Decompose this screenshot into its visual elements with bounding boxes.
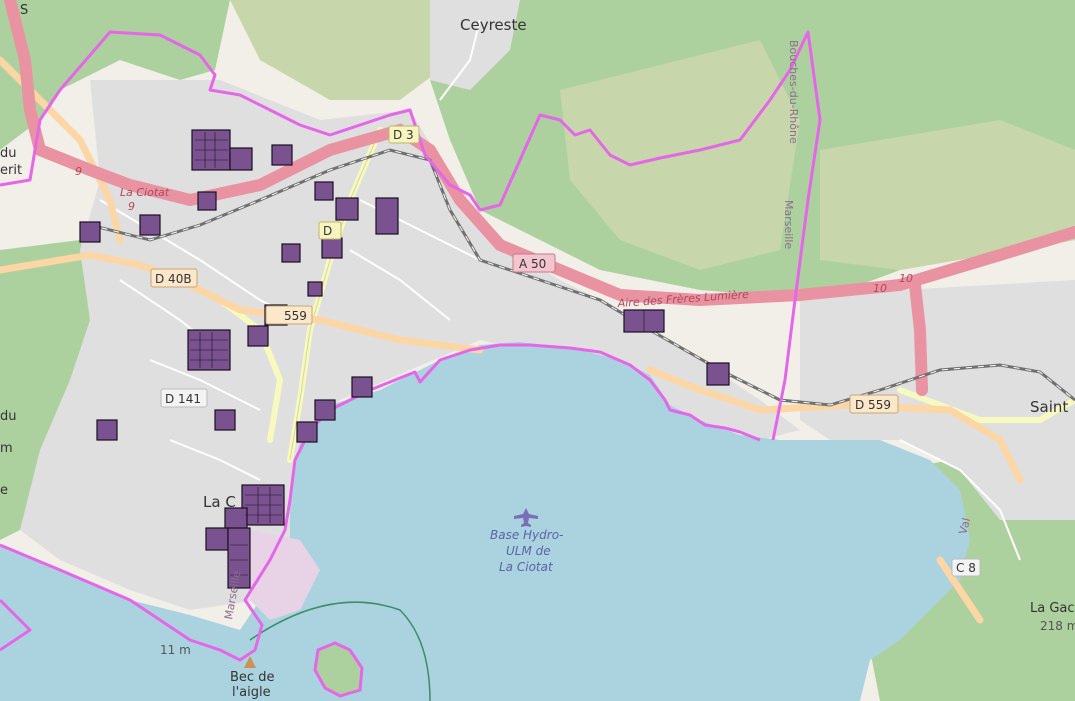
label-du-top: du [0,146,17,161]
parcel[interactable] [281,243,301,263]
shield-d3-mid[interactable]: D [318,221,342,240]
parcel[interactable] [706,362,730,386]
parcel[interactable] [314,399,336,421]
label-bec-de: Bec de [230,670,274,685]
place-label-saint: Saint [1030,398,1068,416]
road-label-la-ciotat: La Ciotat [120,186,170,199]
svg-text:559: 559 [284,309,307,323]
label-elevation-218m: 218 m [1040,619,1075,633]
shield-d559-west[interactable]: 559 [265,305,313,325]
label-du-left: du [0,409,17,424]
motorway-number-10-b: 10 [873,282,887,295]
label-l-aigle: l'aigle [232,685,271,700]
shield-d3[interactable]: D 3 [388,125,420,144]
admin-label-bouches-du-rhone: Bouches-du-Rhône [787,40,800,144]
motorway-number-9-b: 9 [128,200,135,213]
parcel[interactable] [214,409,236,431]
parcel[interactable] [96,419,118,441]
parcel[interactable] [321,237,343,259]
label-la-gac: La Gac [1030,601,1075,616]
parcel[interactable] [224,507,248,531]
parcel[interactable] [229,147,253,171]
svg-text:D 3: D 3 [393,128,414,142]
svg-text:C 8: C 8 [956,561,976,575]
svg-text:A 50: A 50 [519,257,546,271]
parcel[interactable] [296,421,318,443]
label-m-left: m [0,441,13,456]
parcel[interactable] [307,281,323,297]
svg-text:D 141: D 141 [165,392,201,406]
parcel[interactable] [205,527,229,551]
svg-text:D 559: D 559 [855,398,891,412]
motorway-number-9-a: 9 [75,165,82,178]
shield-c8[interactable]: C 8 [951,558,981,577]
label-e-left: e [0,483,8,498]
shield-a50[interactable]: A 50 [512,253,556,273]
label-erit: erit [0,163,22,178]
label-base-hydro-2: ULM de [506,544,551,558]
parcel[interactable] [375,197,399,235]
parcel[interactable] [247,325,269,347]
place-label-la-ciotat-town: La C [203,493,236,511]
place-label-ceyreste: Ceyreste [460,16,527,34]
label-base-hydro-3: La Ciotat [499,560,554,574]
parcel[interactable] [314,181,334,201]
svg-text:D: D [323,224,332,238]
parcel[interactable] [139,214,161,236]
label-base-hydro-1: Base Hydro- [490,528,563,542]
label-elevation-11m: 11 m [160,643,191,657]
parcel[interactable] [197,191,217,211]
parcel[interactable] [351,376,373,398]
motorway-number-10-a: 10 [899,272,913,285]
label-s-top: S [20,3,28,18]
map-canvas[interactable]: Ceyreste La C Saint La Ciotat Aire des F… [0,0,1075,701]
admin-label-marseille-vertical: Marseille [782,200,795,249]
parcel[interactable] [79,221,101,243]
svg-text:D 40B: D 40B [155,272,192,286]
shield-d559-east[interactable]: D 559 [849,394,899,414]
parcel[interactable] [335,197,359,221]
parcel[interactable] [271,144,293,166]
shield-d141[interactable]: D 141 [160,388,208,408]
shield-d40b[interactable]: D 40B [150,268,198,288]
